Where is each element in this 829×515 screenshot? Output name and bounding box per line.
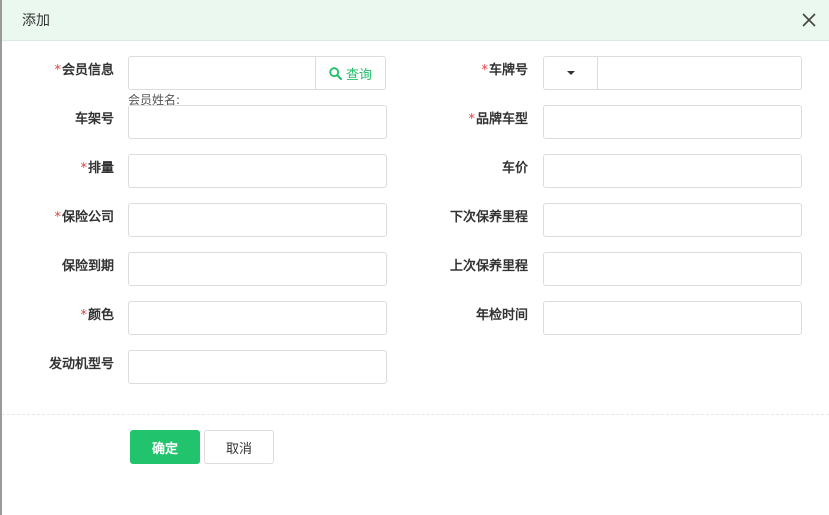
- last-maintenance-label: 上次保养里程: [449, 259, 528, 274]
- engine-model-input[interactable]: [128, 350, 387, 384]
- brand-model-input[interactable]: [543, 105, 802, 139]
- member-info-input[interactable]: [128, 56, 316, 90]
- member-info-label: *会员信息: [54, 63, 114, 78]
- confirm-button[interactable]: 确定: [130, 430, 200, 464]
- search-icon: [329, 66, 342, 80]
- frame-no-label: 车架号: [74, 112, 114, 127]
- insurance-expiry-label: 保险到期: [61, 259, 114, 274]
- insurer-input[interactable]: [128, 203, 387, 237]
- color-input[interactable]: [128, 301, 387, 335]
- plate-prefix-dropdown[interactable]: [543, 56, 598, 90]
- next-maintenance-input[interactable]: [543, 203, 802, 237]
- query-label: 查询: [345, 67, 372, 83]
- plate-input[interactable]: [598, 56, 802, 90]
- inspection-time-label: 年检时间: [475, 308, 528, 323]
- footer-divider: [2, 414, 829, 415]
- query-button[interactable]: 查询: [315, 56, 386, 90]
- caret-down-icon: [566, 71, 575, 75]
- displacement-label: *排量: [80, 161, 114, 176]
- inspection-time-input[interactable]: [543, 301, 802, 335]
- price-input[interactable]: [543, 154, 802, 188]
- price-label: 车价: [501, 161, 528, 176]
- last-maintenance-input[interactable]: [543, 252, 802, 286]
- plate-label: *车牌号: [481, 63, 528, 78]
- frame-no-input[interactable]: [128, 105, 387, 139]
- brand-model-label: *品牌车型: [468, 112, 528, 127]
- insurer-label: *保险公司: [54, 210, 114, 225]
- next-maintenance-label: 下次保养里程: [449, 210, 528, 225]
- close-button[interactable]: [797, 8, 821, 32]
- cancel-button[interactable]: 取消: [204, 430, 274, 464]
- dialog-header: 添加: [2, 0, 829, 41]
- displacement-input[interactable]: [128, 154, 387, 188]
- insurance-expiry-input[interactable]: [128, 252, 387, 286]
- engine-model-label: 发动机型号: [48, 357, 114, 372]
- window-edge: [0, 0, 2, 515]
- close-icon: [802, 13, 816, 27]
- dialog-title: 添加: [22, 13, 50, 29]
- color-label: *颜色: [80, 308, 114, 323]
